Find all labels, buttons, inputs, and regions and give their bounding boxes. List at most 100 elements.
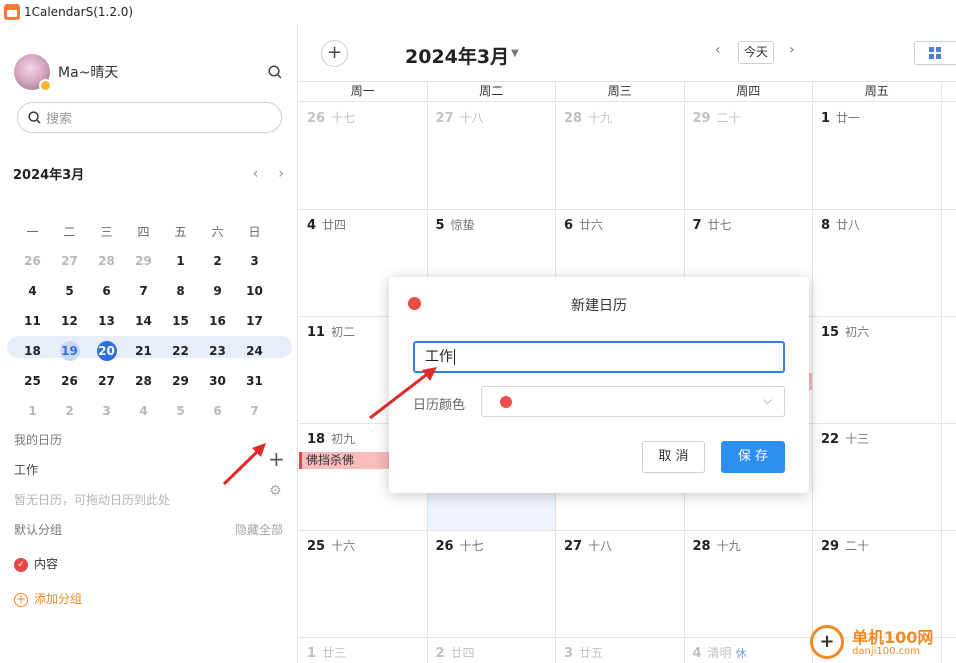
mini-day[interactable]: 9 — [199, 284, 236, 298]
mini-day[interactable]: 18 — [14, 344, 51, 358]
save-button[interactable]: 保 存 — [721, 441, 785, 473]
lunar-date: 十八 — [588, 539, 613, 553]
mini-weekday-row: 一 二 三 四 五 六 日 — [14, 216, 278, 246]
day-cell[interactable]: 26 十七 — [299, 103, 428, 209]
day-number: 28 — [564, 111, 583, 126]
mini-day[interactable]: 7 — [236, 404, 273, 418]
mini-day[interactable]: 15 — [162, 314, 199, 328]
mini-day[interactable]: 14 — [125, 314, 162, 328]
month-title[interactable]: 2024年3月 — [405, 42, 509, 69]
today-button[interactable]: 今天 — [738, 41, 774, 64]
day-cell[interactable]: 29 二十 — [685, 103, 813, 209]
day-cell[interactable]: 15 初六 — [813, 317, 942, 423]
day-cell[interactable]: 3 廿五 — [556, 638, 685, 663]
watermark-brand: 单机100网 — [852, 628, 934, 647]
mini-day[interactable]: 4 — [14, 284, 51, 298]
mini-day[interactable]: 16 — [199, 314, 236, 328]
mini-day[interactable]: 22 — [162, 344, 199, 358]
mini-day[interactable]: 13 — [88, 314, 125, 328]
day-cell[interactable]: 1 廿三 — [299, 638, 428, 663]
day-cell[interactable]: 26 十七 — [428, 531, 556, 637]
weekday-label: 周二 — [428, 82, 556, 101]
search-input[interactable]: 搜索 — [17, 102, 282, 133]
mini-day[interactable]: 6 — [199, 404, 236, 418]
day-cell[interactable]: 22 十三 — [813, 424, 942, 530]
mini-day[interactable]: 10 — [236, 284, 273, 298]
cancel-button[interactable]: 取 消 — [642, 441, 705, 473]
day-cell[interactable]: 2 廿四 — [428, 638, 556, 663]
mini-day[interactable]: 26 — [14, 254, 51, 268]
mini-day[interactable]: 12 — [51, 314, 88, 328]
calendar-color-select[interactable]: ⌵ — [481, 386, 785, 417]
lunar-date: 二十 — [845, 539, 870, 553]
mini-day[interactable]: 27 — [88, 374, 125, 388]
mini-day[interactable]: 28 — [88, 254, 125, 268]
prev-month-icon[interactable]: ‹ — [715, 42, 721, 58]
lunar-date: 廿七 — [707, 218, 732, 232]
app-calendar-icon — [4, 4, 20, 20]
mini-calendar-grid: 一 二 三 四 五 六 日 26 27 28 29 1 2 3 4 5 6 7 … — [14, 216, 278, 426]
default-group-label: 默认分组 — [14, 523, 63, 537]
profile[interactable]: Ma~晴天 — [14, 54, 118, 92]
month-view-grid-icon[interactable] — [914, 41, 956, 65]
calendar-name-input[interactable]: 工作 — [413, 341, 785, 373]
mini-day[interactable]: 17 — [236, 314, 273, 328]
mini-day[interactable]: 1 — [162, 254, 199, 268]
mini-day-selected-label: 19 — [59, 341, 80, 361]
mini-day[interactable]: 4 — [125, 404, 162, 418]
caret-down-icon[interactable]: ▼ — [511, 48, 519, 59]
mini-day[interactable]: 1 — [14, 404, 51, 418]
calendar-item-work[interactable]: 工作 — [14, 461, 38, 478]
mini-day[interactable]: 6 — [88, 284, 125, 298]
day-cell[interactable]: 4 清明休 — [685, 638, 813, 663]
check-icon[interactable]: ✓ — [14, 557, 28, 572]
text-caret — [454, 349, 455, 365]
search-icon[interactable] — [268, 65, 282, 79]
mini-day[interactable]: 5 — [51, 284, 88, 298]
lunar-date: 廿六 — [579, 218, 604, 232]
mini-day[interactable]: 5 — [162, 404, 199, 418]
hide-all-link[interactable]: 隐藏全部 — [235, 521, 283, 538]
avatar[interactable] — [14, 54, 52, 92]
mini-day[interactable]: 2 — [199, 254, 236, 268]
mini-day[interactable]: 8 — [162, 284, 199, 298]
day-number: 4 — [692, 646, 702, 661]
mini-day[interactable]: 21 — [125, 344, 162, 358]
mini-day[interactable]: 31 — [236, 374, 273, 388]
day-cell[interactable]: 27 十八 — [428, 103, 556, 209]
day-cell[interactable]: 28 十九 — [556, 103, 685, 209]
mini-day[interactable]: 27 — [51, 254, 88, 268]
mini-day[interactable]: 3 — [88, 404, 125, 418]
content-item[interactable]: ✓ 内容 — [14, 555, 58, 572]
mini-day[interactable]: 11 — [14, 314, 51, 328]
mini-day-selected[interactable]: 19 — [51, 341, 88, 361]
mini-day[interactable]: 25 — [14, 374, 51, 388]
vip-badge-icon — [39, 79, 52, 92]
mini-day[interactable]: 26 — [51, 374, 88, 388]
mini-day[interactable]: 24 — [236, 344, 273, 358]
gear-icon[interactable]: ⚙ — [269, 483, 282, 499]
mini-next-month-icon[interactable]: › — [278, 166, 284, 182]
mini-day[interactable]: 2 — [51, 404, 88, 418]
mini-weekday: 三 — [100, 224, 113, 239]
mini-prev-month-icon[interactable]: ‹ — [253, 166, 259, 182]
mini-day[interactable]: 23 — [199, 344, 236, 358]
day-cell[interactable]: 25 十六 — [299, 531, 428, 637]
mini-day[interactable]: 7 — [125, 284, 162, 298]
day-cell[interactable]: 27 十八 — [556, 531, 685, 637]
mini-day[interactable]: 3 — [236, 254, 273, 268]
mini-day-today[interactable]: 20 — [88, 341, 125, 361]
day-cell[interactable]: 28 十九 — [685, 531, 813, 637]
day-cell[interactable]: 1 廿一 — [813, 103, 942, 209]
mini-day[interactable]: 29 — [162, 374, 199, 388]
mini-day[interactable]: 28 — [125, 374, 162, 388]
weekday-label: 周五 — [813, 82, 942, 101]
add-calendar-plus-icon[interactable]: + — [268, 449, 285, 469]
day-number: 27 — [435, 111, 454, 126]
add-group-button[interactable]: + 添加分组 — [14, 590, 82, 607]
new-event-plus-button[interactable]: + — [321, 40, 348, 67]
day-cell[interactable]: 8 廿八 — [813, 210, 942, 316]
mini-day[interactable]: 29 — [125, 254, 162, 268]
mini-day[interactable]: 30 — [199, 374, 236, 388]
next-month-icon[interactable]: › — [789, 42, 795, 58]
